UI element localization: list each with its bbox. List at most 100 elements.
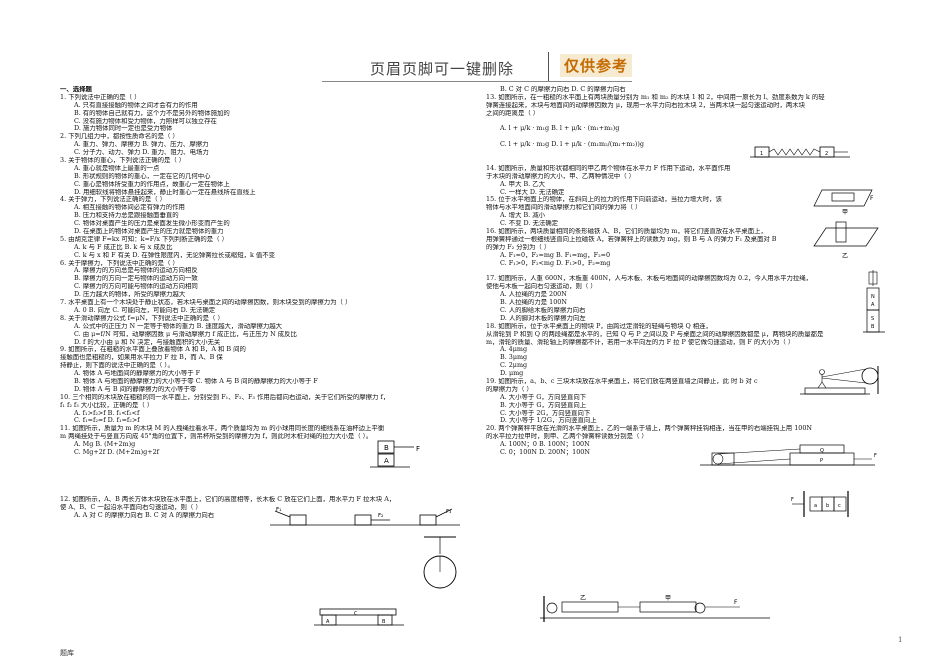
text-line: C. 重心是物体所受重力的作用点，故重心一定在物体上 [74, 180, 230, 188]
text-line: C. 没有施力物体和受力物体，力照样可以独立存在 [74, 117, 217, 125]
text-line: 20. 两个弹簧秤平放在光滑的水平桌面上，乙的一端系于墙上，两个弹簧秤挂钩相连，… [486, 425, 812, 433]
text-line: 17. 如图所示，人重 600N，木板重 400N，人与木板、木板与地面间的动摩… [486, 275, 813, 283]
text-line: B. 人拉绳的力是 100N [500, 299, 567, 307]
text-line: 6. 关于摩擦力，下列说法中正确的是（ ） [60, 259, 179, 267]
figure-q12: C A B [314, 608, 404, 626]
text-line: D. 用细软线将物体悬挂起来，静止时重心一定在悬线所在直线上 [74, 188, 256, 196]
fig12-label-b: B [382, 619, 386, 625]
text-line: C. 由 μ=f/N 可知，动摩擦因数 μ 与滑动摩擦力 f 成正比，与正压力 … [74, 330, 297, 338]
text-line: 3. 关于物体的重心，下列说法正确的是（ ） [60, 157, 186, 165]
fig13-label-2: 2 [825, 151, 828, 157]
fig19-label-f: F [791, 497, 794, 503]
fig19-label-c: c [838, 503, 841, 509]
text-line [486, 267, 906, 275]
page-number: 1 [898, 636, 903, 644]
text-line: f₁ f₂ f₃ 大小比较，正确的是（ ） [60, 401, 154, 409]
text-line: 4. 关于弹力，下列说法正确的是（ ） [60, 196, 167, 204]
text-line: 弹簧连接起来，木块与地面间的动摩擦因数为 μ，现用一水平力向右拉木块 2，当两木… [486, 101, 806, 109]
text-line: 8. 关于滑动摩擦力公式 f=μN，下列说法中正确的是（ ） [60, 314, 224, 322]
text-line: A. l + μ/k · m₁g B. l + μ/k · (m₁+m₂)g [500, 125, 620, 133]
page-header: 页眉页脚可一键删除 仅供参考 [322, 50, 632, 82]
text-line: A. 0 B. 向左 C. 可能向左，可能向右 D. 无法确定 [74, 306, 216, 314]
text-line: D. 压力越大的物体，所受的摩擦力越大 [74, 291, 186, 299]
figure-q11 [423, 536, 457, 589]
figure-q14: 甲 乙 F [813, 189, 879, 260]
fig18-label-q: Q [820, 448, 824, 454]
fig12-label-c: C [354, 611, 358, 617]
text-line: A. 物体 A 与地面间的静摩擦力的大小等于 F [74, 370, 201, 378]
text-line: 7. 水平桌面上有一个木块处于静止状态，若木块与桌面之间的动摩擦因数，则木块受到… [60, 299, 352, 307]
text-line: D. 在桌面上的物体对桌面产生的压力就是物体的重力 [74, 228, 224, 236]
fig16-label-a: A [871, 302, 875, 308]
reference-stamp: 仅供参考 [560, 54, 632, 77]
fig19-label-a: a [814, 503, 817, 509]
text-line: A. f₁>f₂>f B. f₁<f₂<f [74, 409, 140, 417]
text-line: C. 摩擦力的方向可能与物体的运动方向相同 [74, 283, 198, 291]
text-line: A. 重力、弹力、摩擦力 B. 弹力、压力、摩擦力 [74, 141, 209, 149]
fig16-label-n: N [871, 294, 875, 300]
fig9-label-b: B [384, 444, 389, 452]
fig14-label-f: F [870, 195, 874, 202]
text-line [60, 488, 472, 496]
fig18-label-f: F [874, 453, 877, 459]
text-line [60, 473, 472, 481]
figure-q9: B A F [370, 440, 420, 468]
text-line: A. 只有直接接触的物体之间才会有力的作用 [74, 101, 198, 109]
fig9-label-a: A [384, 457, 389, 465]
text-line: 2. 下列几组力中，都按性质命名的是（ ） [60, 133, 179, 141]
text-line: A. 重心就是物体上最重的一点 [74, 164, 160, 172]
fig20-label-yi: 乙 [580, 595, 586, 602]
figure-q16: N A S B [863, 270, 885, 333]
text-line: 11. 如图所示，质量为 m 的木块 M 的人拽绳拉着水平，两个质量均为 m 的… [60, 425, 385, 433]
text-line: B. 有的物体自己就有力，这个力不是另外的物体施加的 [74, 109, 230, 117]
text-line: m，滑轮的质量、滑轮轴上的摩擦都不计，若用一水平向左的力 F 拉 P 使它做匀速… [486, 338, 795, 346]
text-line: 接触面也是粗糙的，如果用水平拉力 F 拉 B，而 A、B 保 [60, 354, 223, 362]
text-line: D. 大小等于 1/2G，方向竖直向上 [500, 417, 597, 425]
figure-q13: 1 2 [750, 146, 850, 158]
text-line: 之间的距离是（ ） [486, 109, 540, 117]
text-line: B. 物体 A 与地面的静摩擦力的大小等于零 C. 物体 A 与 B 间的静摩擦… [74, 377, 318, 385]
fig13-label-1: 1 [760, 151, 763, 157]
text-line: B. 3μmg [500, 354, 528, 362]
figure-q17 [800, 366, 879, 395]
text-line: B. 形状规则的物体的重心，一定在它的几何中心 [74, 172, 211, 180]
text-line: B. 压力和支持力总是跟接触面垂直的 [74, 212, 179, 220]
text-line: C. f₁=f₂=f D. f₁=f₂>f [74, 417, 140, 425]
text-line: 从滑轮到 P 和到 Q 的两段绳都是水平的，已知 Q 与 P 之间以及 P 与桌… [486, 330, 824, 338]
text-line: A. 摩擦力的方向总是与物体的运动方向相反 [74, 267, 198, 275]
text-line: 9. 如图所示，在粗糙的水平面上叠放着物体 A 和 B，A 和 B 间的 [60, 346, 246, 354]
fig10-label-f2: F₂ [378, 513, 383, 519]
fig16-label-b: B [871, 324, 875, 330]
text-line: C. 物体对桌面产生的压力是桌面发生微小形变而产生的 [74, 220, 230, 228]
text-line: A. 人拉绳的力是 200N [500, 291, 567, 299]
text-line: 于木块的滑动摩擦力的大小，甲、乙两种情况中（ ） [486, 172, 636, 180]
fig9-label-f: F [416, 445, 420, 453]
fig12-label-a: A [326, 619, 330, 625]
fig16-label-s: S [871, 316, 874, 322]
text-line: 13. 如图所示，在一粗糙的水平面上有两块质量分别为 m₁ 和 m₂ 的木块 1… [486, 93, 825, 101]
text-line: 10. 三个相同的木块放在粗糙的同一水平面上，分别受到 F₁、F₂、F₃ 作用后… [60, 393, 390, 401]
text-line: 一、选择题 [60, 86, 92, 93]
text-line: A. 公式中的正压力 N 一定等于物体的重力 B. 速度越大，滑动摩擦力越大 [74, 322, 283, 330]
text-line: 5. 由胡克定律 F=kx 可知：k=F/x 下列判断正确的是（ ） [60, 235, 228, 243]
text-line: 使他与木板一起向右匀速运动，则（ ） [486, 283, 597, 291]
text-line: D. 物体 A 与 B 间的静摩擦力的大小等于零 [74, 385, 197, 393]
text-line: B. 摩擦力的方向一定与物体的运动方向一致 [74, 275, 198, 283]
figure-q20: 乙 甲 F [540, 595, 770, 622]
text-line: A. k 与 F 成正比 B. k 与 x 成反比 [74, 243, 173, 251]
text-line [60, 481, 472, 489]
text-line: D. f 的大小由 μ 和 N 决定，与接触面积的大小无关 [74, 338, 221, 346]
header-title: 页眉页脚可一键删除 [370, 60, 515, 78]
fig18-label-p: P [820, 458, 823, 464]
text-line: 1. 下列说法中正确的是（ ） [60, 93, 141, 101]
fig20-label-f: F [734, 599, 738, 606]
text-line: 18. 如图所示，位于水平桌面上的物块 P，由跨过定滑轮的轻绳与物块 Q 相连， [486, 322, 712, 330]
figure-q18: Q P F [700, 444, 877, 466]
figure-q19: F a b c [791, 491, 849, 517]
text-line [486, 118, 906, 126]
text-line: C. k 与 x 和 F 有关 D. 在弹性限度内，无论弹簧拉长或缩短，k 值不… [74, 251, 276, 259]
text-line: 的水平拉力拉甲时，则甲、乙两个弹簧秤读数分别是（ ） [486, 433, 648, 441]
text-line: 12. 如图所示，A、B 两长方体木块放在水平面上，它们的高度相等，长木板 C … [60, 496, 396, 504]
fig19-label-b: b [826, 503, 829, 509]
text-line: 持静止，则下面的说法中正确的是（ ）。 [60, 362, 174, 370]
